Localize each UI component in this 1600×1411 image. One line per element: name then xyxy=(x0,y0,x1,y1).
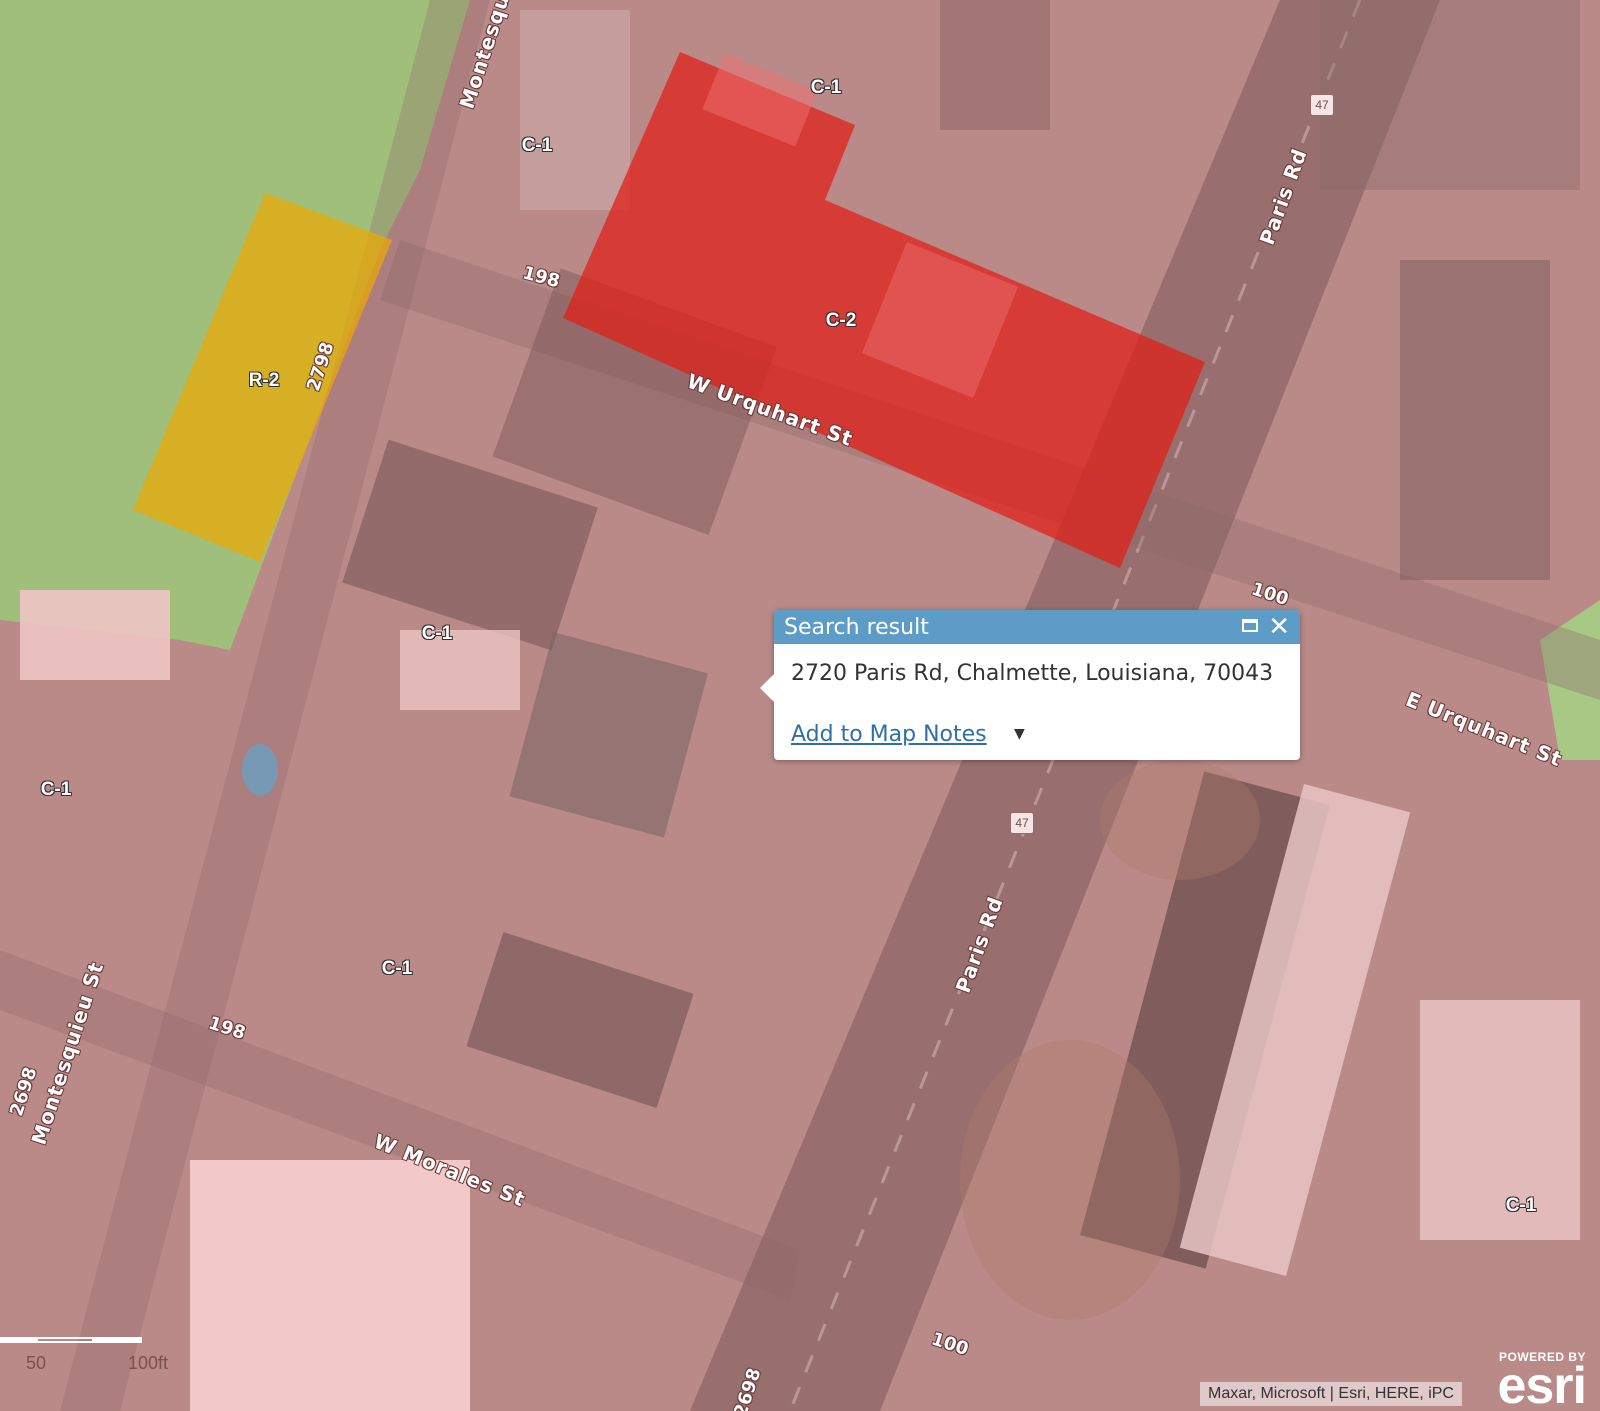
esri-logo[interactable]: POWERED BY esri xyxy=(1497,1350,1587,1411)
esri-wordmark: esri xyxy=(1497,1357,1587,1411)
white-roof-building xyxy=(190,1160,470,1411)
zone-label-c2: C-2 xyxy=(825,310,857,331)
zone-label-c1: C-1 xyxy=(1505,1195,1537,1216)
add-to-notes-dropdown-icon[interactable]: ▼ xyxy=(1014,726,1025,742)
zone-label-c1: C-1 xyxy=(521,135,553,156)
scale-bar xyxy=(0,1337,145,1349)
zone-label-r2: R-2 xyxy=(248,370,280,391)
popup-header: Search result ✕ xyxy=(774,610,1300,644)
maximize-icon[interactable] xyxy=(1242,619,1258,632)
zone-label-c1: C-1 xyxy=(810,77,842,98)
scale-label-50: 50 xyxy=(26,1353,47,1373)
zone-label-c1: C-1 xyxy=(421,623,453,644)
add-to-map-notes-link[interactable]: Add to Map Notes xyxy=(791,722,987,747)
close-icon[interactable]: ✕ xyxy=(1268,612,1290,642)
route-shield: 47 xyxy=(1010,812,1034,834)
map-view[interactable]: C-1 C-1 C-2 R-2 C-1 C-1 C-1 C-1 Montesqu… xyxy=(0,0,1600,1411)
zone-label-c1: C-1 xyxy=(40,779,72,800)
popup-title: Search result xyxy=(784,615,929,640)
popup-pointer xyxy=(760,674,774,702)
zone-label-c1: C-1 xyxy=(381,958,413,979)
search-result-popup: Search result ✕ 2720 Paris Rd, Chalmette… xyxy=(760,610,1300,760)
map-attribution: Maxar, Microsoft | Esri, HERE, iPC xyxy=(1200,1382,1462,1406)
route-shield: 47 xyxy=(1310,94,1334,116)
popup-address: 2720 Paris Rd, Chalmette, Louisiana, 700… xyxy=(791,661,1274,686)
scale-label-100ft: 100ft xyxy=(128,1353,169,1373)
